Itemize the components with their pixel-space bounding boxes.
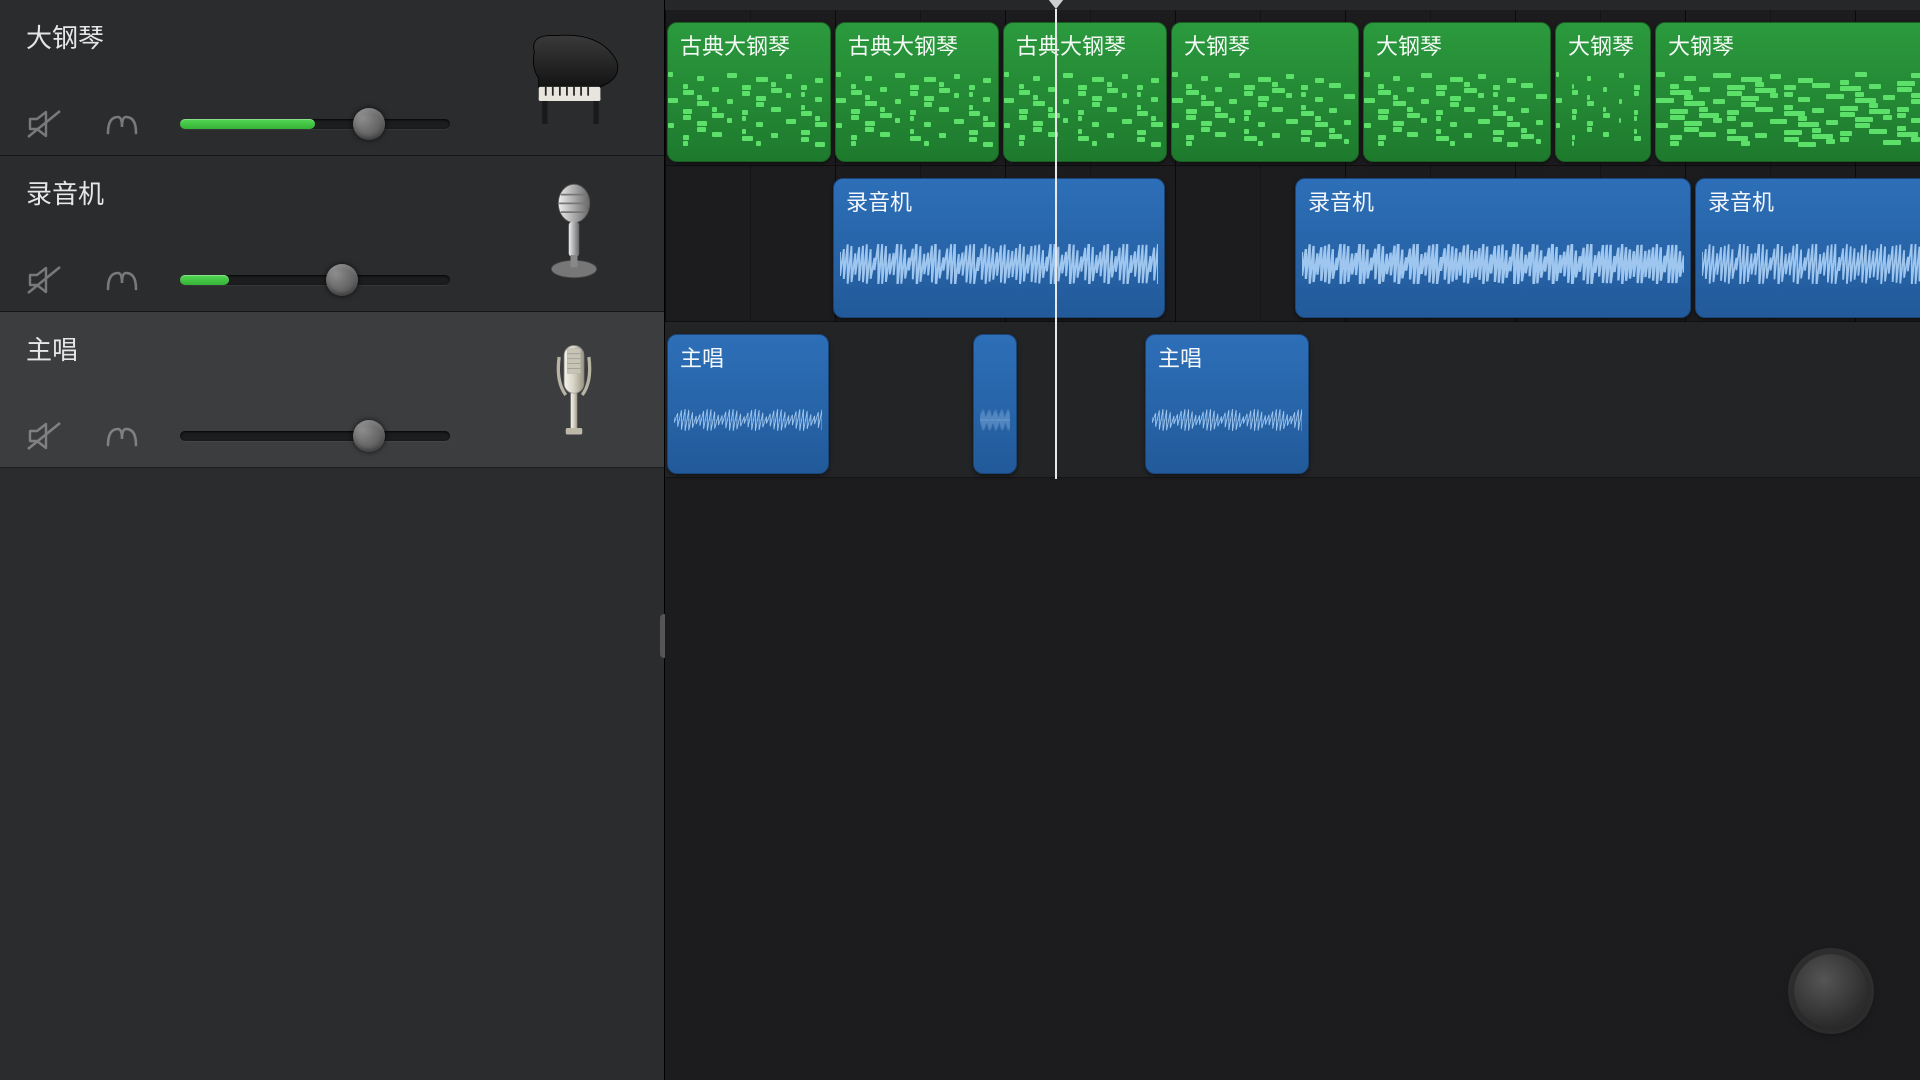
mute-icon[interactable]: [26, 107, 64, 141]
track-lane[interactable]: 录音机 录音机 录音机: [665, 166, 1920, 322]
region-label: 古典大钢琴: [848, 29, 958, 61]
midi-notes: [1364, 67, 1550, 155]
track-headers-panel: 大钢琴 录音机: [0, 0, 665, 1080]
midi-notes: [1656, 67, 1920, 155]
midi-region[interactable]: 大钢琴: [1171, 22, 1359, 162]
grand-piano-icon[interactable]: [514, 18, 634, 138]
midi-notes: [1004, 67, 1166, 155]
volume-thumb[interactable]: [326, 264, 358, 296]
track-header[interactable]: 主唱: [0, 312, 664, 468]
midi-notes: [1556, 67, 1650, 155]
ruler[interactable]: [665, 0, 1920, 10]
waveform: [674, 400, 822, 440]
volume-slider[interactable]: [180, 109, 450, 139]
mute-icon[interactable]: [26, 263, 64, 297]
region-label: 主唱: [1158, 341, 1202, 373]
midi-region[interactable]: 古典大钢琴: [667, 22, 831, 162]
midi-notes: [668, 67, 830, 155]
region-label: 大钢琴: [1184, 29, 1250, 61]
region-label: 古典大钢琴: [680, 29, 790, 61]
audio-region[interactable]: 主唱: [1145, 334, 1309, 474]
region-label: 录音机: [1708, 185, 1774, 217]
audio-region[interactable]: 录音机: [833, 178, 1165, 318]
microphone-studio-icon[interactable]: [514, 330, 634, 450]
microphone-classic-icon[interactable]: [514, 174, 634, 294]
region-label: 大钢琴: [1568, 29, 1634, 61]
midi-region[interactable]: 大钢琴: [1555, 22, 1651, 162]
region-label: 录音机: [846, 185, 912, 217]
headphones-icon[interactable]: [102, 263, 142, 297]
waveform: [1302, 244, 1684, 284]
audio-region[interactable]: 录音机: [1295, 178, 1691, 318]
region-label: 主唱: [680, 341, 724, 373]
midi-region[interactable]: 古典大钢琴: [1003, 22, 1167, 162]
tracks-area[interactable]: 古典大钢琴 古典大钢琴 古典大钢琴 大钢琴 大钢琴 大钢琴 大钢琴录音机 录音机 录音机 主…: [665, 10, 1920, 478]
midi-region[interactable]: 大钢琴: [1655, 22, 1920, 162]
volume-thumb[interactable]: [353, 108, 385, 140]
playhead-marker[interactable]: [1048, 0, 1064, 9]
volume-thumb[interactable]: [353, 420, 385, 452]
waveform: [980, 400, 1010, 440]
track-header[interactable]: 大钢琴: [0, 0, 664, 156]
audio-region[interactable]: [973, 334, 1017, 474]
headphones-icon[interactable]: [102, 107, 142, 141]
midi-region[interactable]: 古典大钢琴: [835, 22, 999, 162]
track-lane[interactable]: 主唱 主唱: [665, 322, 1920, 478]
midi-notes: [1172, 67, 1358, 155]
waveform: [1702, 244, 1920, 284]
midi-notes: [836, 67, 998, 155]
region-label: 录音机: [1308, 185, 1374, 217]
volume-slider[interactable]: [180, 421, 450, 451]
audio-region[interactable]: 主唱: [667, 334, 829, 474]
timeline[interactable]: 古典大钢琴 古典大钢琴 古典大钢琴 大钢琴 大钢琴 大钢琴 大钢琴录音机 录音机 录音机 主…: [665, 0, 1920, 1080]
region-label: 大钢琴: [1376, 29, 1442, 61]
headphones-icon[interactable]: [102, 419, 142, 453]
waveform: [1152, 400, 1302, 440]
waveform: [840, 244, 1158, 284]
mute-icon[interactable]: [26, 419, 64, 453]
assistive-touch-button[interactable]: [1794, 954, 1868, 1028]
playhead-line[interactable]: [1055, 9, 1057, 479]
volume-slider[interactable]: [180, 265, 450, 295]
audio-region[interactable]: 录音机: [1695, 178, 1920, 318]
track-lane[interactable]: 古典大钢琴 古典大钢琴 古典大钢琴 大钢琴 大钢琴 大钢琴 大钢琴: [665, 10, 1920, 166]
app-root: 大钢琴 录音机: [0, 0, 1920, 1080]
region-label: 大钢琴: [1668, 29, 1734, 61]
track-header[interactable]: 录音机: [0, 156, 664, 312]
region-label: 古典大钢琴: [1016, 29, 1126, 61]
midi-region[interactable]: 大钢琴: [1363, 22, 1551, 162]
